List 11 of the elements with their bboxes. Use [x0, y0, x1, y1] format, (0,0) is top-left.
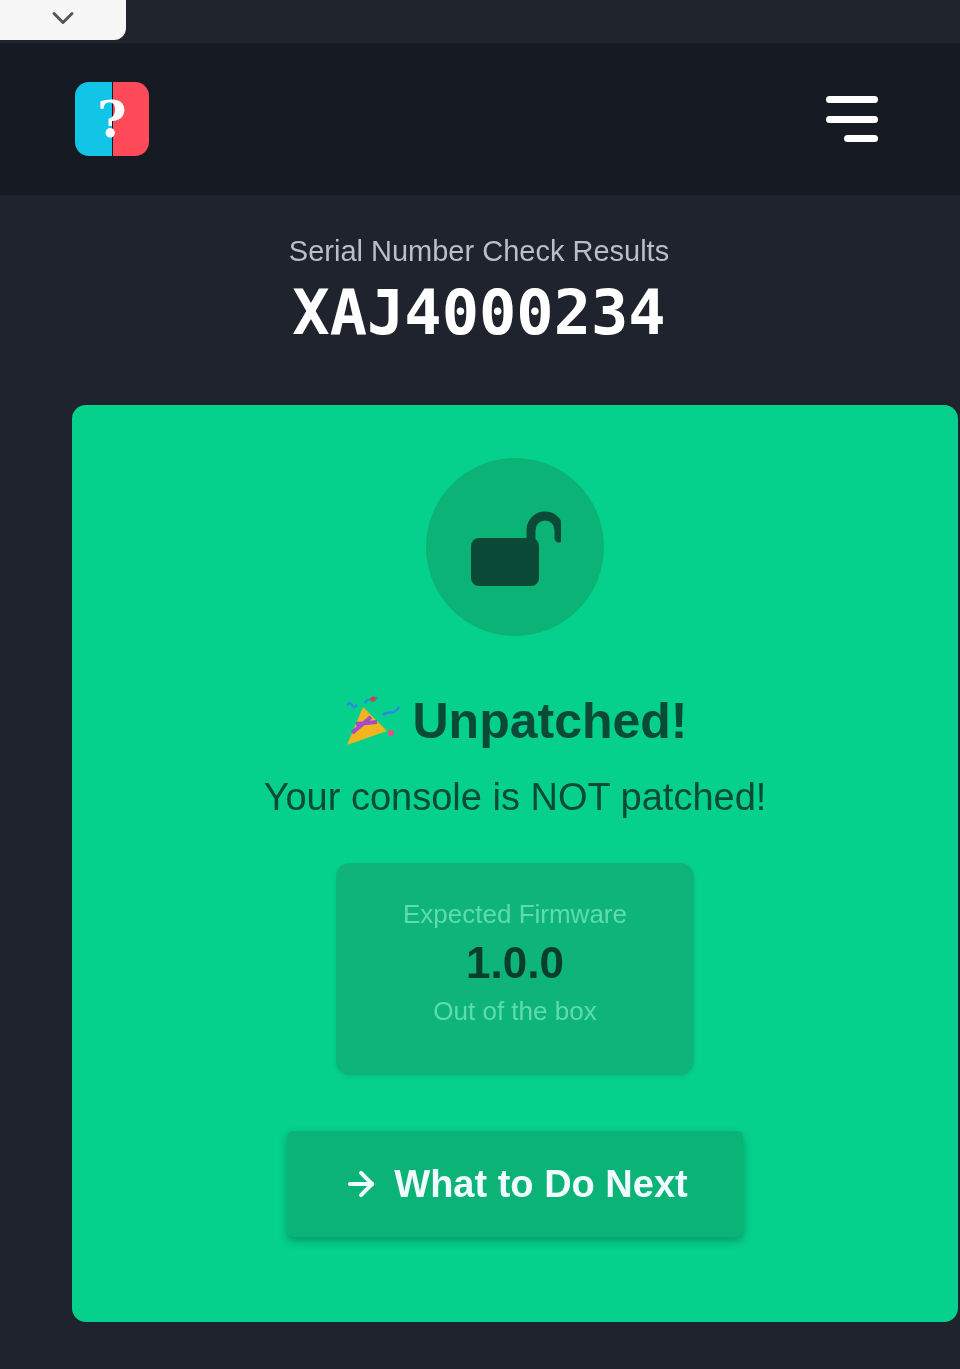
collapse-tab[interactable] — [0, 0, 126, 40]
logo[interactable]: ? — [75, 82, 149, 156]
next-steps-button[interactable]: What to Do Next — [287, 1131, 743, 1237]
firmware-note: Out of the box — [433, 996, 597, 1027]
firmware-label: Expected Firmware — [403, 899, 627, 930]
firmware-version: 1.0.0 — [466, 938, 564, 988]
menu-icon[interactable] — [826, 96, 878, 142]
result-title: Unpatched! — [412, 692, 688, 750]
serial-number: XAJ4000234 — [292, 276, 666, 349]
result-message: Your console is NOT patched! — [263, 776, 767, 819]
results-subtitle: Serial Number Check Results — [288, 235, 670, 268]
